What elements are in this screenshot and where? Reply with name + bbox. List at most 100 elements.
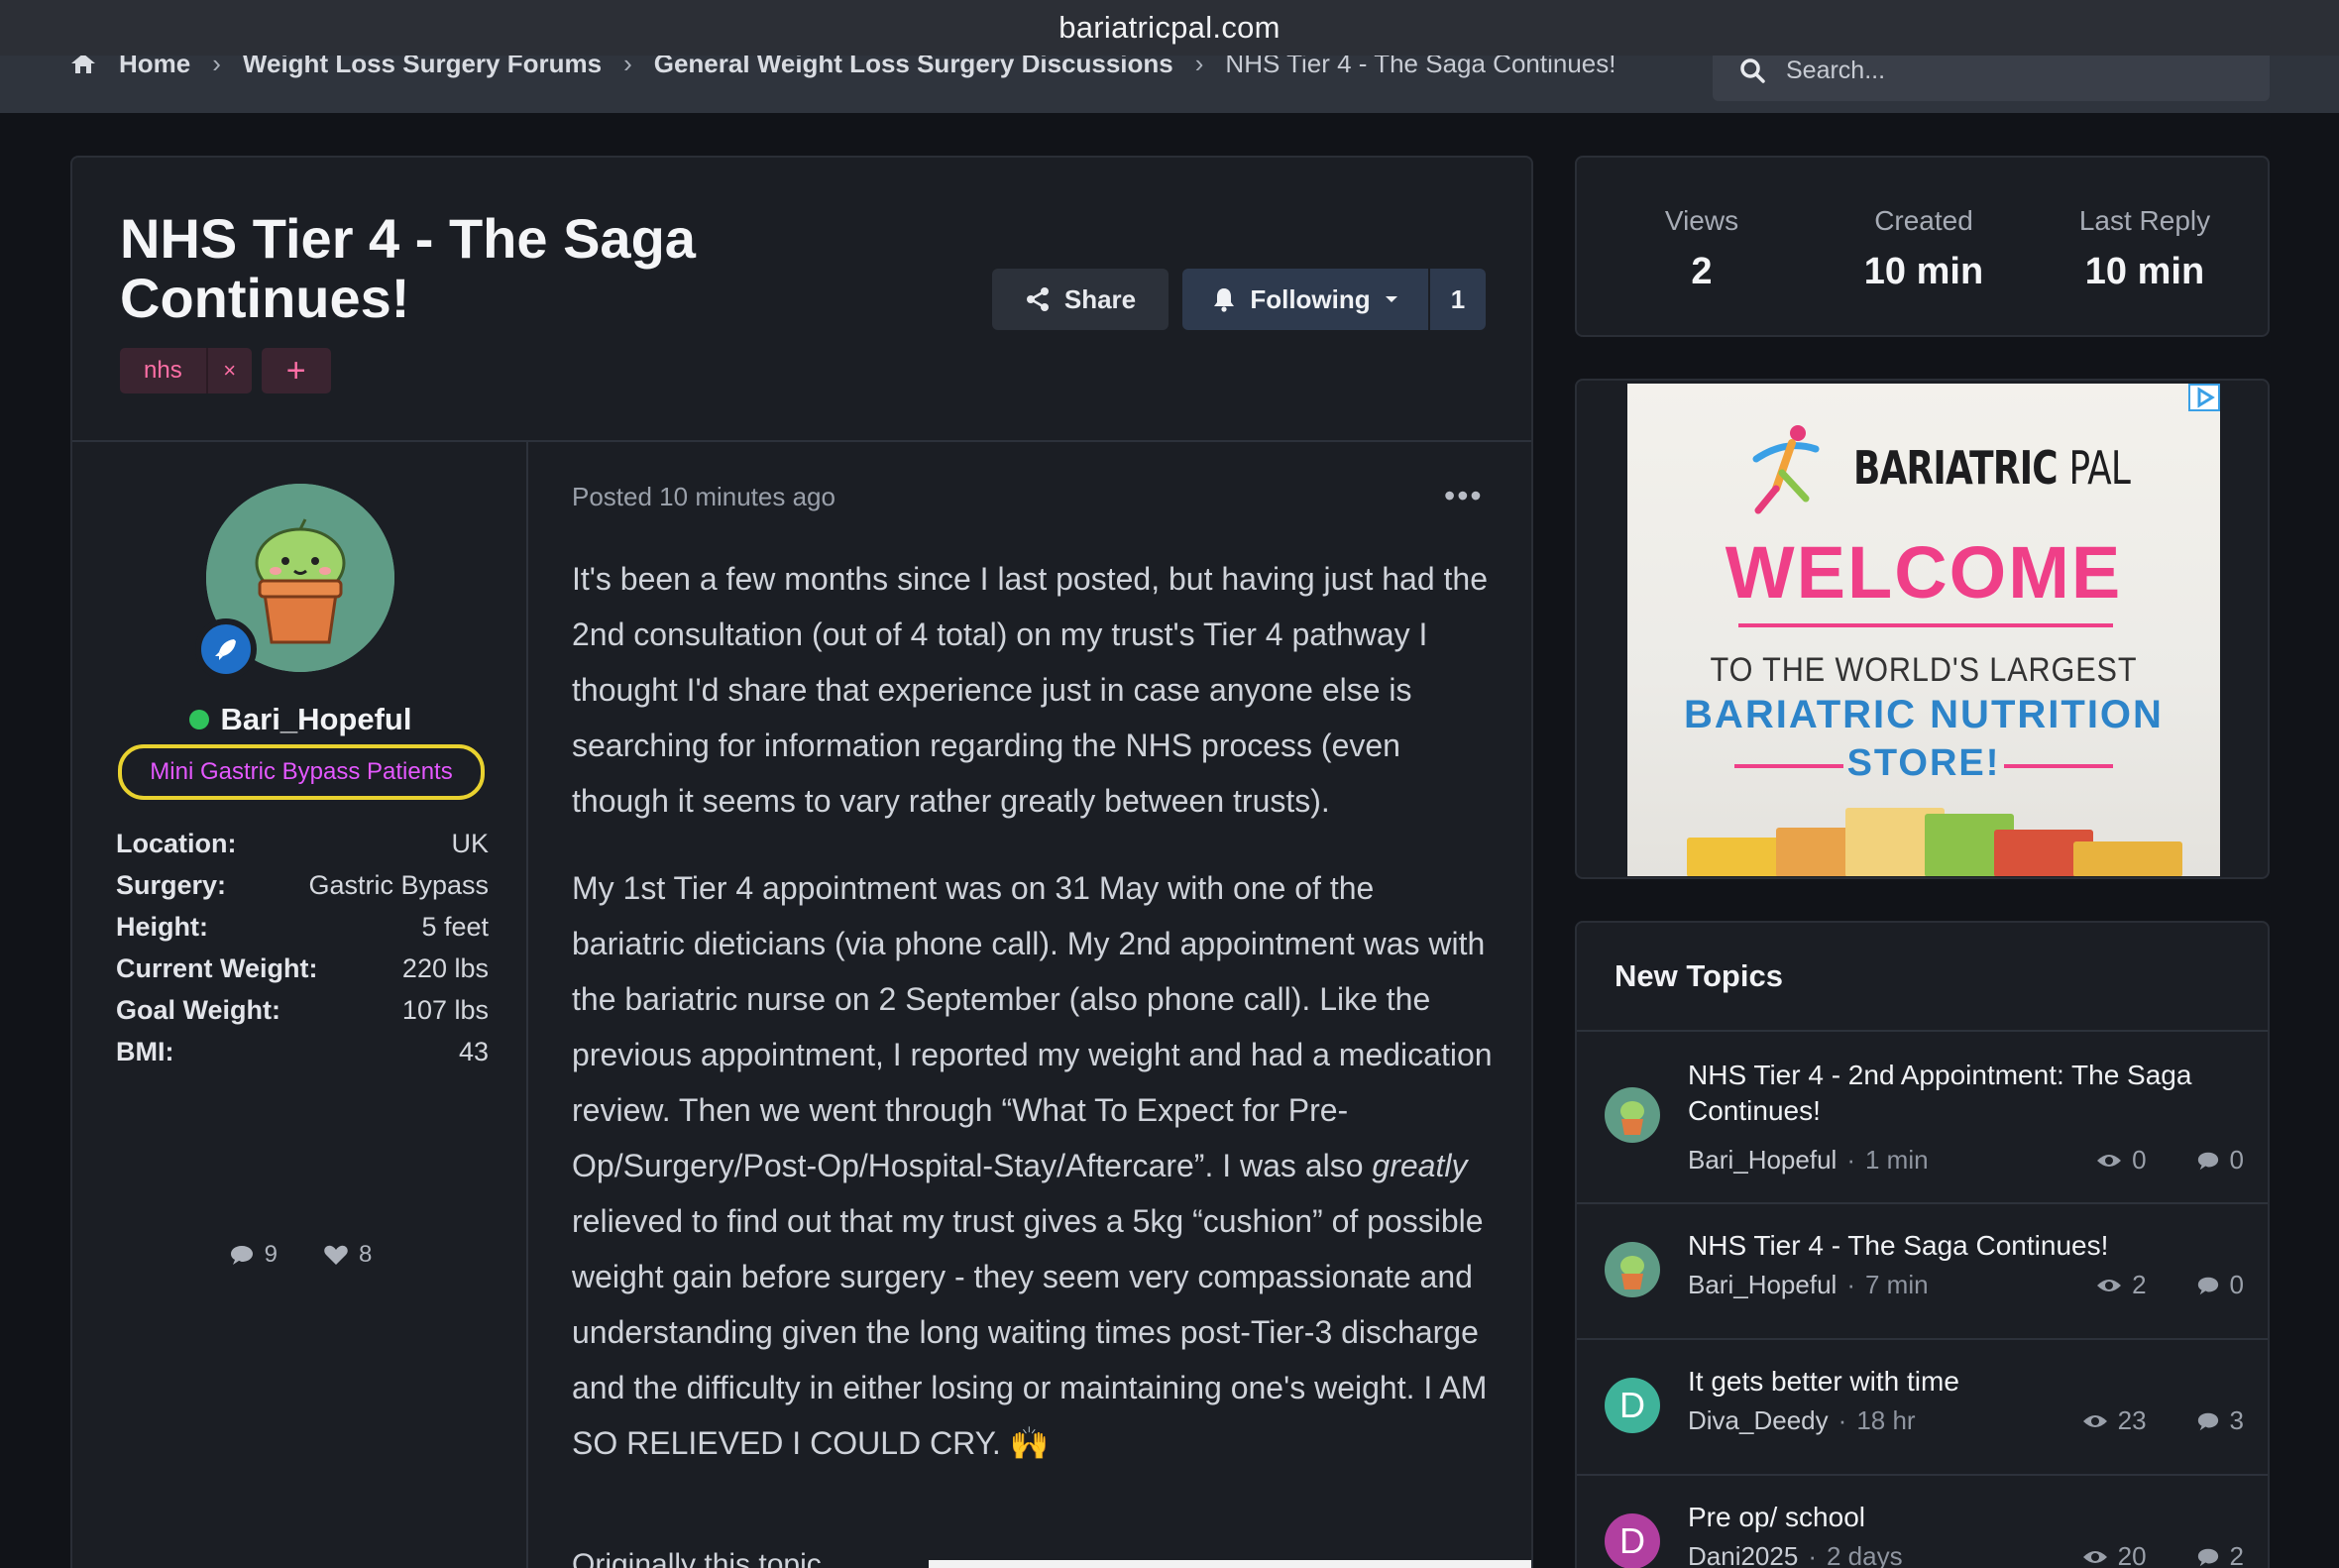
post-text: relieved to find out that my trust gives…	[572, 1203, 1488, 1461]
new-topic-item[interactable]: D It gets better with time Diva_Deedy · 18…	[1577, 1340, 2268, 1476]
new-topic-item[interactable]: D Pre op/ school Dani2025 · 2 days 20 2	[1577, 1476, 2268, 1568]
bariatric-pal-logo-icon	[1752, 425, 1820, 514]
rocket-badge-icon[interactable]	[195, 618, 257, 680]
add-tag-button[interactable]: +	[261, 348, 331, 393]
field-key: Surgery:	[116, 870, 227, 900]
new-topic-title[interactable]: Pre op/ school	[1688, 1500, 2243, 1535]
field-value: 43	[458, 1037, 489, 1066]
comment-icon	[2197, 1548, 2218, 1566]
author-stats: 9 8	[72, 1241, 528, 1269]
online-indicator-icon	[188, 710, 209, 729]
new-topic-item[interactable]: NHS Tier 4 - 2nd Appointment: The Saga C…	[1577, 1032, 2268, 1204]
dot-separator: ·	[1846, 1270, 1855, 1299]
browser-url-bar[interactable]: bariatricpal.com	[0, 0, 2339, 56]
views-count: 23	[2082, 1405, 2147, 1436]
comment-icon	[2197, 1152, 2218, 1170]
tag-remove-button[interactable]: ×	[205, 348, 252, 393]
new-topic-title[interactable]: NHS Tier 4 - The Saga Continues!	[1688, 1228, 2243, 1264]
last-reply-stat: Last Reply 10 min	[2031, 205, 2259, 293]
share-button[interactable]: Share	[992, 269, 1169, 330]
letter-avatar[interactable]: D	[1605, 1378, 1660, 1433]
replies-number: 0	[2229, 1145, 2244, 1175]
dot-separator: ·	[1846, 1145, 1855, 1175]
ad-line-1: TO THE WORLD'S LARGEST	[1710, 651, 2138, 689]
field-key: Location:	[116, 829, 237, 858]
rocket-icon	[215, 639, 236, 660]
profile-fields: Location: UK Surgery: Gastric Bypass Heigh…	[116, 829, 489, 1078]
ad-divider	[2004, 764, 2113, 768]
field-value: 5 feet	[421, 912, 489, 942]
profile-field-bmi: BMI: 43	[116, 1037, 489, 1078]
eye-icon	[2082, 1550, 2107, 1563]
new-topics-panel: New Topics NHS Tier 4 - 2nd Appointment:…	[1575, 921, 2270, 1568]
letter-avatar[interactable]: D	[1605, 1513, 1660, 1568]
views-number: 0	[2132, 1145, 2147, 1175]
views-number: 2	[2132, 1270, 2147, 1299]
search-input[interactable]	[1786, 56, 2242, 85]
more-options-icon[interactable]: •••	[1444, 478, 1484, 514]
field-key: Height:	[116, 912, 208, 942]
new-topic-author[interactable]: Dani2025	[1688, 1541, 1798, 1568]
author-name-row: Bari_Hopeful	[72, 702, 528, 737]
field-value: 220 lbs	[401, 953, 489, 983]
likes-count: 8	[359, 1241, 373, 1268]
ad-brand-a: BARIATRIC	[1853, 441, 2059, 495]
new-topic-author[interactable]: Bari_Hopeful	[1688, 1270, 1837, 1300]
eye-icon	[2097, 1154, 2122, 1167]
topic-panel: NHS Tier 4 - The Saga Continues! nhs × +…	[70, 156, 1533, 1568]
new-topic-item[interactable]: NHS Tier 4 - The Saga Continues! Bari_Ho…	[1577, 1204, 2268, 1340]
ad-line-3: STORE!	[1846, 742, 2001, 784]
author-name-link[interactable]: Bari_Hopeful	[221, 702, 412, 737]
followers-count[interactable]: 1	[1430, 269, 1486, 330]
post-paragraph: It's been a few months since I last post…	[572, 561, 1488, 819]
created-label: Created	[1874, 205, 1973, 236]
replies-count: 3	[2196, 1405, 2244, 1436]
field-value: 107 lbs	[401, 995, 489, 1025]
cactus-icon	[1620, 1101, 1644, 1135]
ad-brand-b: PAL	[2068, 441, 2131, 495]
new-topic-time: 7 min	[1864, 1270, 1929, 1299]
new-topic-title[interactable]: NHS Tier 4 - 2nd Appointment: The Saga C…	[1688, 1058, 2243, 1129]
comment-icon	[2197, 1277, 2218, 1294]
bell-icon	[1214, 288, 1235, 312]
cactus-avatar-icon[interactable]	[1605, 1087, 1660, 1143]
field-value: Gastric Bypass	[308, 870, 489, 900]
new-topic-author[interactable]: Diva_Deedy	[1688, 1405, 1829, 1436]
created-value: 10 min	[1863, 251, 1984, 292]
last-reply-label: Last Reply	[2078, 205, 2211, 236]
new-topic-time: 1 min	[1864, 1145, 1929, 1175]
views-stat: Views 2	[1588, 205, 1816, 293]
new-topic-counts: 2 0	[2096, 1270, 2244, 1300]
profile-field-height: Height: 5 feet	[116, 912, 489, 953]
views-count: 20	[2082, 1541, 2147, 1568]
post-timestamp[interactable]: Posted 10 minutes ago	[572, 482, 835, 512]
created-stat: Created 10 min	[1810, 205, 2038, 293]
new-topic-counts: 23 3	[2082, 1405, 2244, 1436]
ad-welcome: WELCOME	[1725, 531, 2123, 614]
replies-count: 0	[2196, 1270, 2244, 1300]
views-number: 20	[2117, 1541, 2147, 1568]
profile-field-goal-weight: Goal Weight: 107 lbs	[116, 995, 489, 1037]
field-key: BMI:	[116, 1037, 174, 1066]
ad-panel: BARIATRIC PAL WELCOME TO THE WORLD'S LAR…	[1575, 379, 2270, 879]
profile-field-surgery: Surgery: Gastric Bypass	[116, 870, 489, 912]
tag-list: nhs × +	[120, 348, 331, 393]
new-topic-author[interactable]: Bari_Hopeful	[1688, 1145, 1837, 1176]
new-topic-meta: Bari_Hopeful · 1 min	[1688, 1145, 1929, 1176]
cactus-avatar-icon[interactable]	[1605, 1242, 1660, 1297]
ad-banner[interactable]: BARIATRIC PAL WELCOME TO THE WORLD'S LAR…	[1627, 384, 2220, 876]
url-text: bariatricpal.com	[1058, 10, 1281, 45]
profile-field-current-weight: Current Weight: 220 lbs	[116, 953, 489, 995]
dot-separator: ·	[1838, 1405, 1847, 1435]
product-box	[2073, 841, 2182, 876]
new-topic-title[interactable]: It gets better with time	[1688, 1364, 2243, 1400]
author-sidebar: Bari_Hopeful Mini Gastric Bypass Patient…	[72, 442, 528, 1568]
following-button[interactable]: Following	[1182, 269, 1428, 330]
search-icon	[1740, 58, 1765, 83]
eye-icon	[2082, 1414, 2107, 1427]
tag-label[interactable]: nhs	[120, 357, 206, 385]
adchoices-icon[interactable]	[2188, 384, 2220, 411]
tag-nhs[interactable]: nhs ×	[120, 348, 252, 393]
views-count: 2	[2096, 1270, 2147, 1300]
eye-icon	[2097, 1279, 2122, 1291]
